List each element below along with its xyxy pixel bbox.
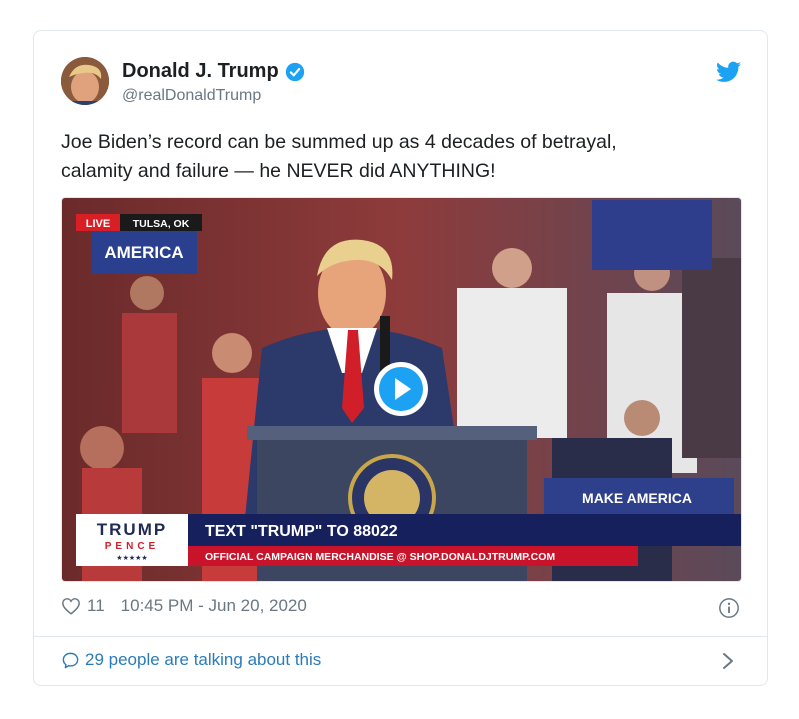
lower-third-subline: OFFICIAL CAMPAIGN MERCHANDISE @ SHOP.DON… (205, 551, 555, 563)
tweet-text: Joe Biden’s record can be summed up as 4… (61, 128, 741, 186)
lower-third-stars: ★★★★★ (116, 554, 147, 562)
conversation-link[interactable]: 29 people are talking about this (61, 650, 321, 670)
lower-third-headline: TEXT "TRUMP" TO 88022 (205, 523, 398, 540)
divider (34, 636, 767, 637)
conversation-count-label[interactable]: 29 people are talking about this (85, 650, 321, 670)
info-icon[interactable] (718, 597, 740, 619)
author-display-name[interactable]: Donald J. Trump (122, 60, 279, 83)
video-player[interactable]: AMERICA MAKE AMERICA LIVE TULSA, OK TRUM… (61, 197, 742, 582)
speech-bubble-icon (62, 652, 79, 668)
twitter-bird-icon[interactable] (716, 61, 741, 83)
live-badge: LIVE (86, 218, 110, 230)
chevron-right-icon[interactable] (721, 652, 735, 670)
location-label: TULSA, OK (133, 218, 190, 230)
heart-icon[interactable] (61, 597, 81, 615)
play-icon[interactable] (374, 362, 428, 416)
tweet-card[interactable]: Donald J. Trump @realDonaldTrump Joe Bid… (33, 30, 768, 686)
avatar[interactable] (61, 57, 109, 105)
author-handle[interactable]: @realDonaldTrump (122, 87, 261, 105)
video-thumbnail: AMERICA MAKE AMERICA LIVE TULSA, OK TRUM… (62, 198, 741, 581)
lower-third-logo-top: TRUMP (97, 520, 167, 539)
tweet-text-line: calamity and failure — he NEVER did ANYT… (61, 160, 496, 182)
verified-badge-icon (285, 62, 304, 81)
background-sign-right: MAKE AMERICA (582, 490, 692, 506)
tweet-timestamp[interactable]: 10:45 PM - Jun 20, 2020 (121, 596, 307, 616)
author-name[interactable]: Donald J. Trump (122, 60, 305, 83)
background-sign-left: AMERICA (104, 243, 183, 262)
avatar-image (61, 57, 109, 105)
lower-third-logo-bottom: PENCE (105, 541, 159, 552)
like-count[interactable]: 11 (87, 596, 105, 616)
tweet-text-line: Joe Biden’s record can be summed up as 4… (61, 131, 617, 153)
tweet-meta: 11 10:45 PM - Jun 20, 2020 (61, 596, 307, 616)
